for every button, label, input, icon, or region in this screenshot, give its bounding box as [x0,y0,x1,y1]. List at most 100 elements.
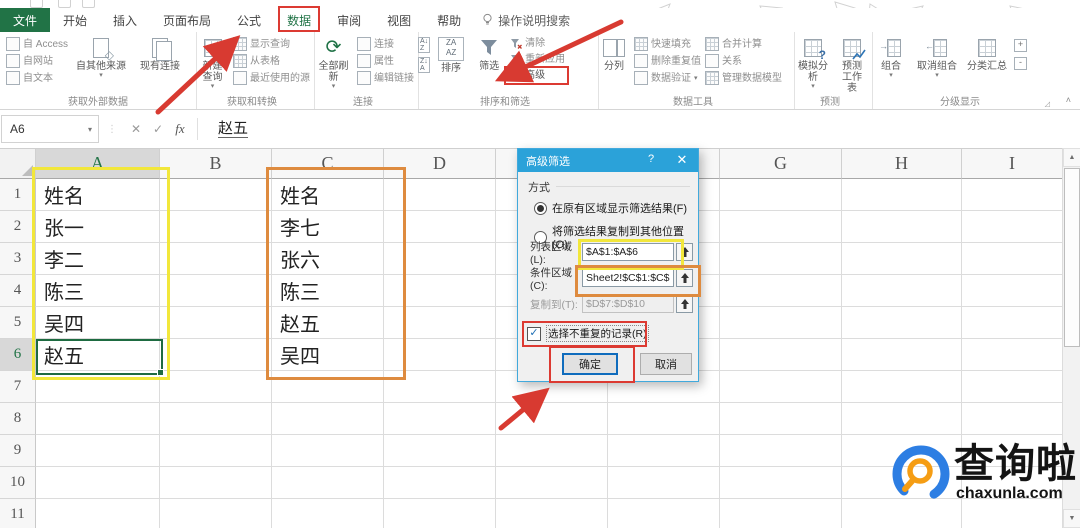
cell-C5[interactable]: 赵五 [272,307,384,339]
cell[interactable] [384,243,496,275]
cell[interactable] [36,499,160,528]
clear-filter-button[interactable]: 清除 [510,37,565,50]
cell[interactable] [720,435,842,467]
cell[interactable] [384,403,496,435]
row-header-3[interactable]: 3 [0,243,36,275]
cell[interactable] [272,403,384,435]
cell[interactable] [384,307,496,339]
outline-dialog-launcher-icon[interactable]: ◿ [1045,100,1050,108]
criteria-range-input[interactable] [582,269,674,287]
row-header-2[interactable]: 2 [0,211,36,243]
cell[interactable] [842,499,962,528]
cell[interactable] [720,211,842,243]
cell[interactable] [842,339,962,371]
cell[interactable] [36,467,160,499]
criteria-range-picker-button[interactable] [676,269,693,287]
cell[interactable] [384,467,496,499]
cell[interactable] [962,435,1063,467]
cell[interactable] [962,499,1063,528]
ungroup-button[interactable]: ← 取消组合 ▾ [912,35,962,79]
cell[interactable] [272,467,384,499]
column-header-C[interactable]: C [272,148,384,179]
hide-detail-icon[interactable]: - [1014,57,1027,70]
tab-help[interactable]: 帮助 [424,8,474,32]
cell[interactable] [962,211,1063,243]
insert-function-icon[interactable]: fx [169,121,191,137]
cell[interactable] [160,179,272,211]
refresh-all-button[interactable]: ⟳ 全部刷新 ▾ [312,35,355,90]
row-header-5[interactable]: 5 [0,307,36,339]
dialog-close-icon[interactable]: ✕ [674,152,690,168]
forecast-sheet-button[interactable]: 预测工作表 [834,35,870,94]
tab-view[interactable]: 视图 [374,8,424,32]
cell-C6[interactable]: 吴四 [272,339,384,371]
cell-C4[interactable]: 陈三 [272,275,384,307]
cell[interactable] [496,403,608,435]
row-header-11[interactable]: 11 [0,499,36,528]
edit-links-button[interactable]: 编辑链接 [357,71,414,85]
column-header-I[interactable]: I [962,148,1063,179]
cell[interactable] [842,211,962,243]
cell[interactable] [720,179,842,211]
cell[interactable] [608,403,720,435]
tab-review[interactable]: 审阅 [324,8,374,32]
list-range-input[interactable] [582,243,674,261]
cell[interactable] [608,499,720,528]
cell[interactable] [36,403,160,435]
subtotal-button[interactable]: 分类汇总 [962,35,1012,72]
cell[interactable] [720,499,842,528]
dialog-title-bar[interactable]: 高级筛选 [518,149,698,172]
dialog-help-button[interactable]: ? [644,153,658,165]
ok-button[interactable]: 确定 [562,353,618,375]
show-queries-button[interactable]: 显示查询 [233,37,310,51]
cell[interactable] [160,243,272,275]
consolidate-button[interactable]: 合并计算 [705,37,782,51]
row-header-8[interactable]: 8 [0,403,36,435]
manage-data-model-button[interactable]: 管理数据模型 [705,71,782,85]
column-header-H[interactable]: H [842,148,962,179]
cell[interactable] [842,371,962,403]
cell[interactable] [962,307,1063,339]
cell[interactable] [272,435,384,467]
cell-A4[interactable]: 陈三 [36,275,160,307]
cell[interactable] [160,307,272,339]
cell[interactable] [608,435,720,467]
row-header-6[interactable]: 6 [0,339,36,371]
cell[interactable] [384,275,496,307]
cell[interactable] [160,403,272,435]
cancel-entry-icon[interactable]: ✕ [125,122,147,136]
cell[interactable] [842,435,962,467]
column-header-A[interactable]: A [36,148,160,179]
cell[interactable] [384,339,496,371]
unique-records-checkbox-row[interactable]: ✓ 选择不重复的记录(R) [527,325,649,342]
cell[interactable] [160,211,272,243]
sort-descending-icon[interactable]: Z↓ A [418,57,431,73]
column-header-D[interactable]: D [384,148,496,179]
cell-A3[interactable]: 李二 [36,243,160,275]
row-header-7[interactable]: 7 [0,371,36,403]
scroll-up-button[interactable]: ▲ [1063,148,1080,167]
cancel-button[interactable]: 取消 [640,353,692,375]
row-header-4[interactable]: 4 [0,275,36,307]
cell[interactable] [384,179,496,211]
cell[interactable] [962,275,1063,307]
cell[interactable] [384,435,496,467]
tab-file[interactable]: 文件 [0,8,50,32]
from-access-button[interactable]: 自 Access [6,37,68,51]
cell[interactable] [608,467,720,499]
column-header-G[interactable]: G [720,148,842,179]
row-header-10[interactable]: 10 [0,467,36,499]
cell-C3[interactable]: 张六 [272,243,384,275]
undo-icon[interactable] [58,0,71,8]
cell[interactable] [160,467,272,499]
column-header-B[interactable]: B [160,148,272,179]
radio-selected-icon[interactable] [534,201,547,215]
cell[interactable] [842,243,962,275]
vertical-scrollbar[interactable]: ▲ ▼ [1062,148,1080,528]
cell[interactable] [36,371,160,403]
relationships-button[interactable]: 关系 [705,54,782,68]
cell[interactable] [720,371,842,403]
advanced-filter-button[interactable]: 高级 [504,66,570,85]
cell[interactable] [496,467,608,499]
new-query-button[interactable]: 新建查询 ▾ [194,35,231,90]
